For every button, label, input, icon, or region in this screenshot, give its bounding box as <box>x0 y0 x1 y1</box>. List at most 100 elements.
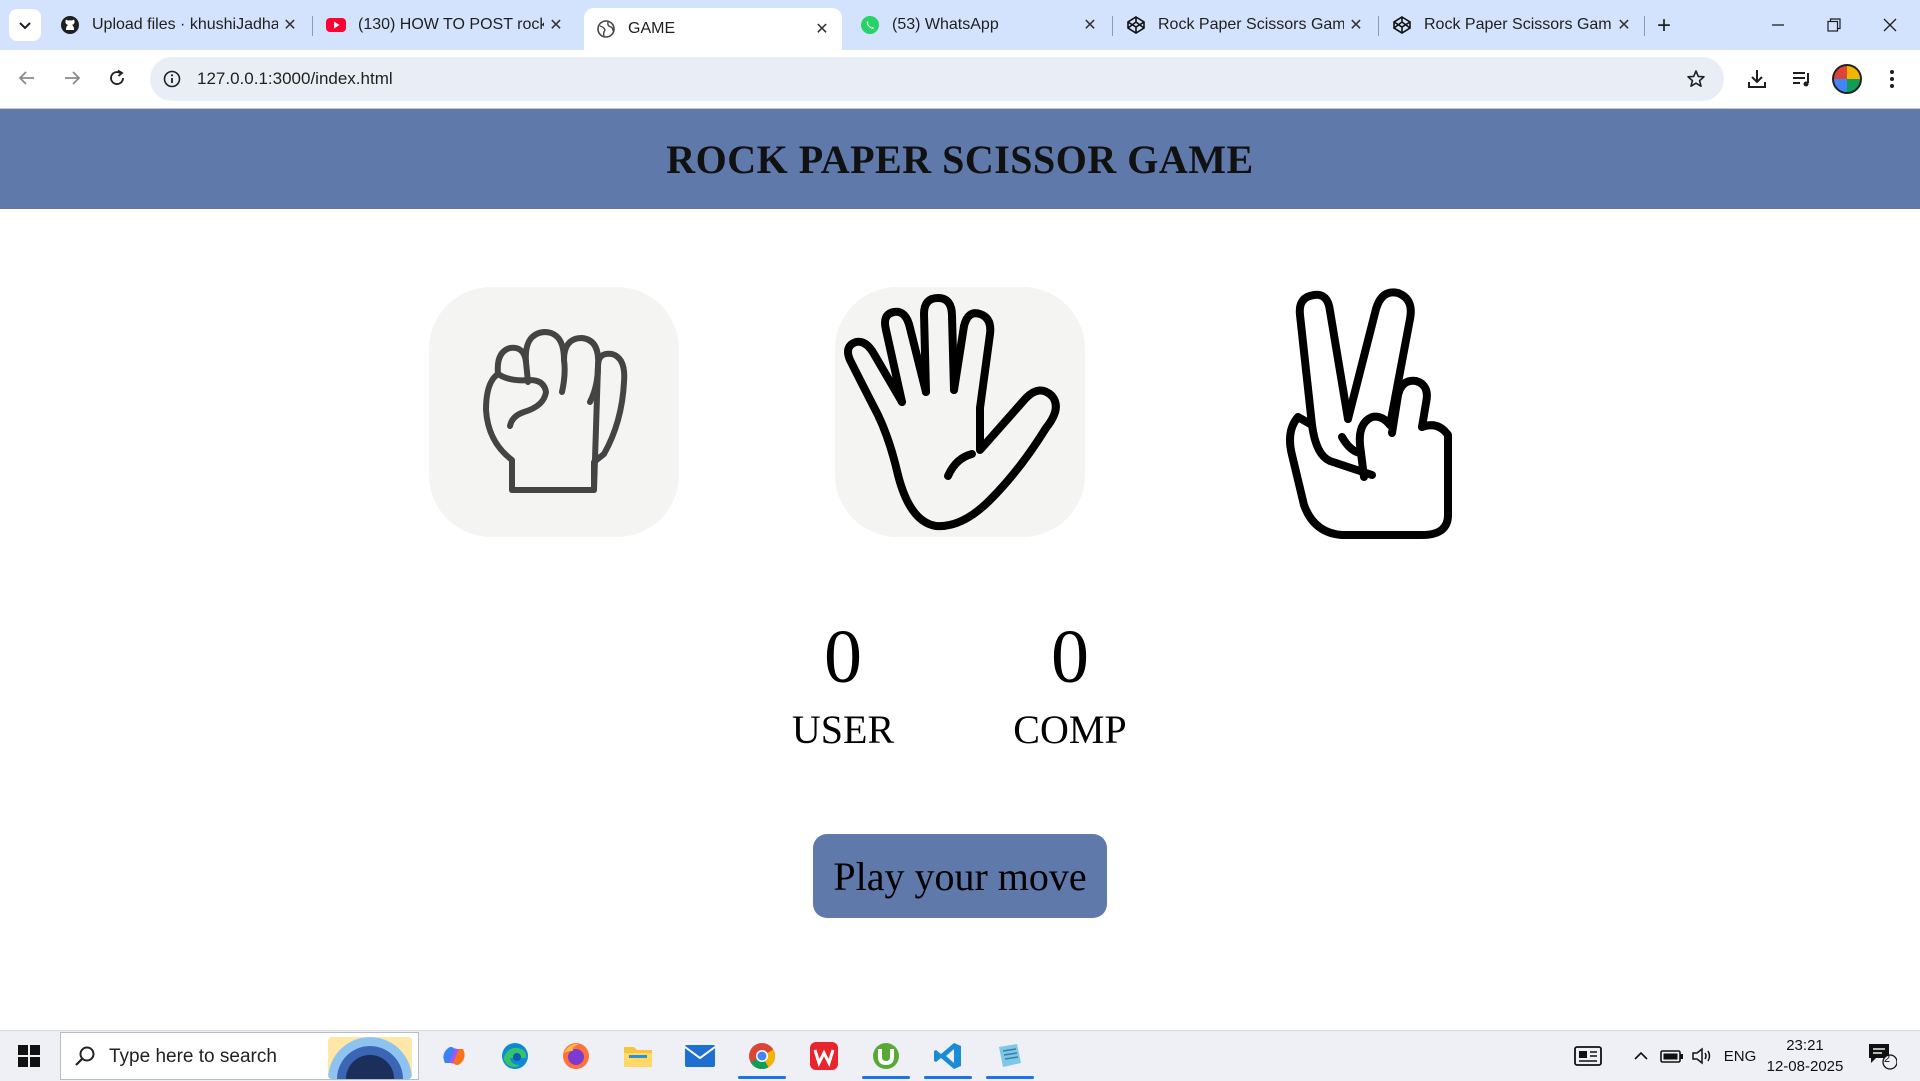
show-hidden-icons-button[interactable] <box>1628 1031 1654 1081</box>
forward-button[interactable] <box>55 61 89 95</box>
site-info-icon[interactable] <box>160 67 184 91</box>
start-button[interactable] <box>0 1031 58 1081</box>
reload-button[interactable] <box>100 61 134 95</box>
edge-icon[interactable] <box>485 1031 545 1081</box>
close-icon[interactable]: ✕ <box>810 17 834 41</box>
mail-icon[interactable] <box>670 1031 730 1081</box>
taskbar-search-box[interactable]: Type here to search <box>60 1032 419 1080</box>
page-title: ROCK PAPER SCISSOR GAME <box>666 136 1254 182</box>
file-explorer-icon[interactable] <box>608 1031 668 1081</box>
fist-icon <box>483 329 628 493</box>
comp-score-label: COMP <box>1013 707 1127 752</box>
avatar <box>1832 64 1862 94</box>
page-header: ROCK PAPER SCISSOR GAME <box>0 109 1920 209</box>
tab-divider <box>1112 16 1113 36</box>
choice-paper[interactable] <box>835 287 1085 537</box>
user-score: 0 <box>824 615 862 699</box>
search-icon <box>75 1046 95 1066</box>
vscode-icon[interactable] <box>918 1031 978 1081</box>
wps-icon[interactable] <box>794 1031 854 1081</box>
tab-title: (53) WhatsApp <box>892 16 999 33</box>
arrow-left-icon <box>18 71 34 85</box>
tab-divider <box>312 16 313 36</box>
tab-title: Upload files · khushiJadhav <box>92 16 278 33</box>
kebab-menu-icon <box>1890 70 1894 88</box>
system-clock[interactable]: 23:21 12-08-2025 <box>1765 1035 1845 1077</box>
url-text[interactable]: 127.0.0.1:3000/index.html <box>197 69 393 89</box>
windows-taskbar: Type here to search ENG 23:21 12-08-2025… <box>0 1030 1920 1081</box>
back-button[interactable] <box>10 61 44 95</box>
download-icon <box>1748 70 1766 88</box>
user-score-label: USER <box>791 707 895 752</box>
tab-search-button[interactable] <box>9 9 41 41</box>
close-icon[interactable]: ✕ <box>278 13 302 37</box>
tab-divider <box>1644 16 1645 36</box>
copilot-icon[interactable] <box>424 1031 484 1081</box>
tab-divider <box>1378 16 1379 36</box>
notepad-icon[interactable] <box>980 1031 1040 1081</box>
battery-icon[interactable] <box>1658 1031 1686 1081</box>
tab-codepen-2[interactable]: Rock Paper Scissors Game ✕ <box>1380 8 1644 42</box>
web-page: ROCK PAPER SCISSOR GAME 0 USER 0 COMP Pl… <box>0 109 1920 1030</box>
codepen-icon <box>1392 15 1412 35</box>
chevron-up-icon <box>1634 1051 1648 1060</box>
arrow-right-icon <box>65 71 81 85</box>
tab-game[interactable]: GAME ✕ <box>584 8 842 50</box>
close-icon[interactable]: ✕ <box>1612 13 1636 37</box>
tab-title: Rock Paper Scissors Game <box>1158 16 1344 33</box>
tab-title: (130) HOW TO POST rock_p <box>358 16 544 33</box>
tab-title: Rock Paper Scissors Game <box>1424 16 1612 33</box>
firefox-icon[interactable] <box>546 1031 606 1081</box>
tab-github[interactable]: Upload files · khushiJadhav ✕ <box>48 8 310 42</box>
tab-title: GAME <box>628 20 676 37</box>
media-control-button[interactable] <box>1784 61 1820 97</box>
reload-icon <box>110 69 124 85</box>
codepen-icon <box>1126 15 1146 35</box>
whatsapp-icon <box>860 15 880 35</box>
address-bar[interactable]: 127.0.0.1:3000/index.html <box>150 57 1724 101</box>
windows-logo-icon <box>18 1045 40 1067</box>
search-highlight-image <box>328 1037 412 1079</box>
notification-center-button[interactable]: 2 <box>1862 1031 1902 1081</box>
tab-whatsapp[interactable]: (53) WhatsApp ✕ <box>848 8 1110 42</box>
clock-time: 23:21 <box>1786 1037 1824 1054</box>
chevron-down-icon <box>19 22 31 30</box>
minimize-icon <box>1772 24 1784 26</box>
restore-button[interactable] <box>1806 0 1862 50</box>
window-close-button[interactable] <box>1862 0 1918 50</box>
notification-count: 2 <box>1883 1053 1891 1065</box>
clock-date: 12-08-2025 <box>1766 1058 1844 1075</box>
github-icon <box>60 15 80 35</box>
tab-codepen-1[interactable]: Rock Paper Scissors Game ✕ <box>1114 8 1376 42</box>
playlist-icon <box>1793 72 1809 87</box>
running-app-indicator <box>862 1076 910 1079</box>
volume-icon[interactable] <box>1688 1031 1716 1081</box>
new-tab-button[interactable]: + <box>1650 12 1678 40</box>
bookmark-star-icon[interactable] <box>1684 67 1708 91</box>
running-app-indicator <box>986 1076 1034 1079</box>
close-icon[interactable]: ✕ <box>1344 13 1368 37</box>
active-app-indicator <box>738 1076 786 1079</box>
search-placeholder: Type here to search <box>109 1046 277 1067</box>
browser-toolbar: 127.0.0.1:3000/index.html <box>0 50 1920 109</box>
choice-rock[interactable] <box>429 287 679 537</box>
chrome-icon[interactable] <box>732 1031 792 1081</box>
youtube-icon <box>326 15 346 35</box>
close-icon[interactable]: ✕ <box>544 13 568 37</box>
globe-icon <box>596 19 616 39</box>
restore-icon <box>1827 18 1841 32</box>
comp-score: 0 <box>1051 615 1089 699</box>
choice-scissors[interactable] <box>1242 287 1492 539</box>
utorrent-icon[interactable] <box>856 1031 916 1081</box>
close-icon[interactable]: ✕ <box>1078 13 1102 37</box>
message-button[interactable]: Play your move <box>813 834 1107 918</box>
minimize-button[interactable] <box>1750 0 1806 50</box>
profile-button[interactable] <box>1829 61 1865 97</box>
downloads-button[interactable] <box>1739 61 1775 97</box>
close-icon <box>1883 18 1897 32</box>
news-widget-icon[interactable] <box>1568 1031 1608 1081</box>
browser-menu-button[interactable] <box>1874 61 1910 97</box>
browser-tab-strip: Upload files · khushiJadhav ✕ (130) HOW … <box>0 0 1920 50</box>
tab-youtube[interactable]: (130) HOW TO POST rock_p ✕ <box>314 8 576 42</box>
language-indicator[interactable]: ENG <box>1720 1031 1760 1081</box>
